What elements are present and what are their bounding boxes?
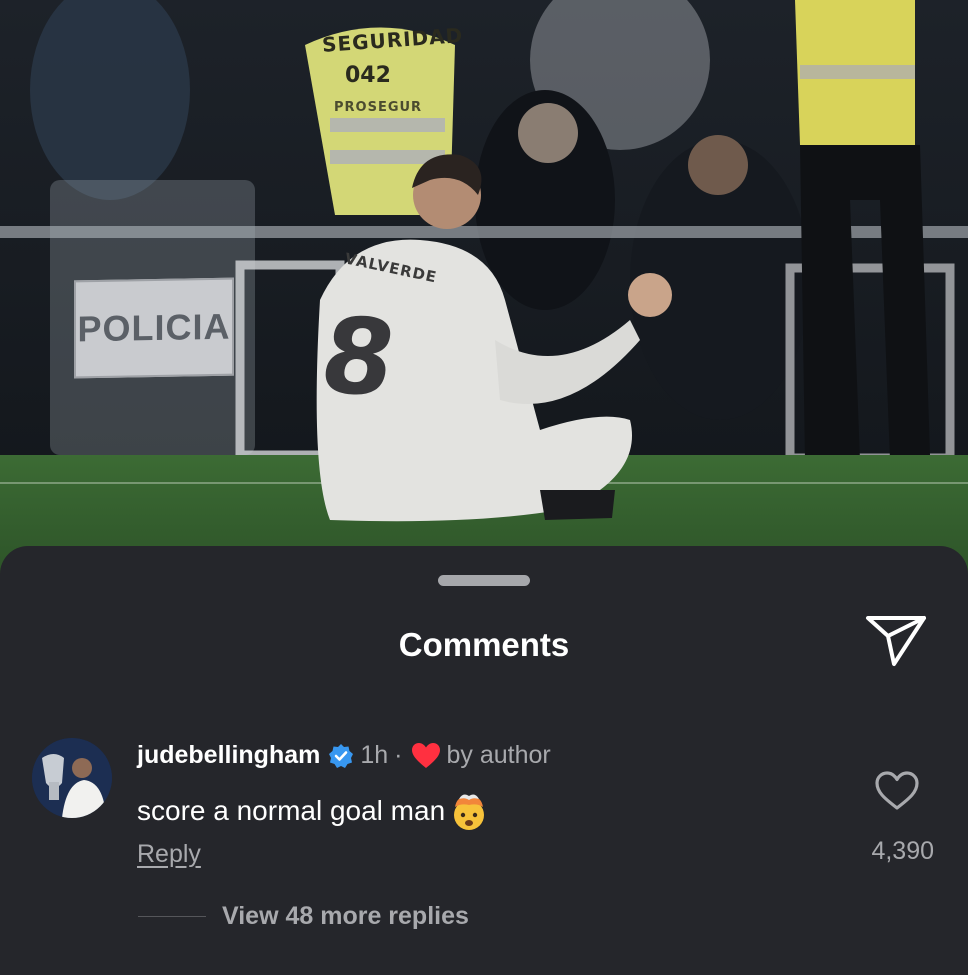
separator-dot: · — [394, 741, 403, 769]
heart-outline-icon[interactable] — [874, 770, 920, 812]
reply-link[interactable]: Reply — [137, 840, 201, 869]
police-sign: POLICIA — [74, 277, 234, 379]
paper-plane-icon[interactable] — [864, 612, 928, 668]
sheet-grab-handle[interactable] — [438, 575, 530, 586]
like-count: 4,390 — [871, 837, 934, 865]
red-heart-icon — [411, 742, 440, 768]
replies-divider-line — [138, 916, 206, 917]
comment-item: judebellingham 1h · by author score a no… — [0, 736, 968, 946]
post-photo: SEGURIDAD 042 PROSEGUR POLICIA VALVERDE … — [0, 0, 968, 600]
comments-sheet: Comments judebellingham 1h · by author s… — [0, 546, 968, 975]
comment-body: score a normal goal man — [137, 791, 489, 831]
security-vest-company: PROSEGUR — [334, 100, 423, 115]
comment-username[interactable]: judebellingham — [137, 741, 320, 770]
avatar[interactable] — [32, 738, 112, 818]
view-more-replies-label: View 48 more replies — [222, 902, 469, 930]
comment-header: judebellingham 1h · by author — [137, 741, 551, 770]
liked-by-author-label: by author — [446, 741, 551, 769]
sheet-title: Comments — [398, 626, 570, 663]
exploding-head-emoji — [454, 794, 485, 830]
security-vest-number: 042 — [345, 63, 391, 88]
view-more-replies-button[interactable]: View 48 more replies — [138, 902, 469, 931]
verified-badge-icon — [329, 743, 354, 768]
comment-time: 1h — [360, 741, 389, 769]
comment-text: score a normal goal man — [137, 795, 446, 826]
avatar-image — [32, 738, 112, 818]
